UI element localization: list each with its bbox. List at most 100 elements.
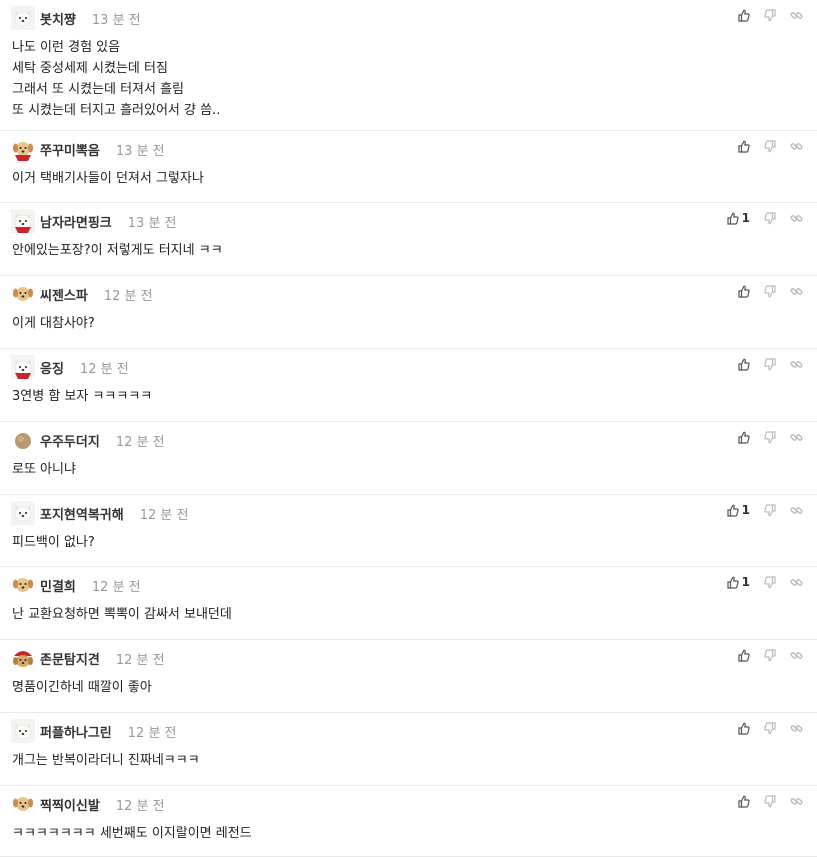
avatar[interactable]: [11, 428, 35, 452]
copy-link-button[interactable]: [790, 285, 803, 298]
nickname[interactable]: 포지현역복귀해: [40, 504, 124, 523]
thumbs-down-icon: [764, 284, 776, 298]
comment-body: 명품이긴하네 때깔이 좋아: [12, 677, 152, 698]
comment-item: 존문탐지견 12 분 전명품이긴하네 때깔이 좋아: [0, 640, 817, 713]
comment-header: 존문탐지견 12 분 전: [11, 646, 165, 670]
comment-text-line: 세탁 중성세제 시켰는데 터짐: [12, 61, 168, 76]
thumbs-up-icon: [738, 649, 750, 662]
copy-link-button[interactable]: [790, 504, 803, 517]
comment-text-line: 3연병 함 보자 ㅋㅋㅋㅋㅋ: [12, 389, 153, 404]
timestamp: 12 분 전: [115, 798, 165, 814]
like-button[interactable]: [738, 285, 750, 298]
nickname[interactable]: 존문탐지견: [40, 649, 100, 668]
comment-header: 쭈꾸미뽁음 13 분 전: [11, 137, 165, 161]
link-icon: [790, 576, 803, 589]
like-button[interactable]: [738, 722, 750, 735]
copy-link-button[interactable]: [790, 576, 803, 589]
comment-body: 안에있는포장?이 저렇게도 터지네 ㅋㅋ: [12, 240, 223, 261]
comment-body: 이거 택배기사들이 던져서 그렇자나: [12, 168, 204, 189]
thumbs-up-icon: [727, 212, 739, 225]
comment-actions: [724, 794, 803, 808]
comment-header: 봇치쨩 13 분 전: [11, 6, 141, 30]
avatar[interactable]: [11, 792, 35, 816]
avatar[interactable]: [11, 355, 35, 379]
avatar[interactable]: [11, 137, 35, 161]
comment-actions: 1: [713, 575, 803, 589]
comment-body: 난 교환요청하면 뽁뽁이 감싸서 보내던데: [12, 604, 232, 625]
avatar[interactable]: [11, 209, 35, 233]
link-icon: [790, 722, 803, 735]
comment-text-line: 안에있는포장?이 저렇게도 터지네 ㅋㅋ: [12, 243, 223, 258]
avatar[interactable]: [11, 573, 35, 597]
comment-item: 응징 12 분 전 3연병 함 보자 ㅋㅋㅋㅋㅋ: [0, 349, 817, 422]
comment-item: 씨젠스파 12 분 전 이게 대참사야?: [0, 276, 817, 349]
like-count: 1: [741, 211, 750, 225]
comment-item: 우주두더지 12 분 전 로또 아니냐: [0, 422, 817, 495]
timestamp: 12 분 전: [115, 652, 165, 668]
dislike-button[interactable]: [764, 794, 776, 808]
copy-link-button[interactable]: [790, 431, 803, 444]
like-button[interactable]: 1: [727, 503, 750, 517]
comment-text-line: ㅋㅋㅋㅋㅋㅋㅋ 세번째도 이지랄이면 레전드: [12, 826, 252, 841]
nickname[interactable]: 남자라면핑크: [40, 212, 112, 231]
nickname[interactable]: 봇치쨩: [40, 9, 76, 28]
comment-text-line: 로또 아니냐: [12, 462, 76, 477]
copy-link-button[interactable]: [790, 722, 803, 735]
link-icon: [790, 212, 803, 225]
dislike-button[interactable]: [764, 503, 776, 517]
nickname[interactable]: 쭈꾸미뽁음: [40, 140, 100, 159]
like-button[interactable]: [738, 358, 750, 371]
dislike-button[interactable]: [764, 8, 776, 22]
like-button[interactable]: [738, 795, 750, 808]
copy-link-button[interactable]: [790, 140, 803, 153]
thumbs-up-icon: [738, 795, 750, 808]
avatar[interactable]: [11, 6, 35, 30]
dislike-button[interactable]: [764, 357, 776, 371]
link-icon: [790, 649, 803, 662]
comment-actions: [724, 284, 803, 298]
thumbs-down-icon: [764, 211, 776, 225]
nickname[interactable]: 씨젠스파: [40, 285, 88, 304]
like-button[interactable]: [738, 140, 750, 153]
copy-link-button[interactable]: [790, 649, 803, 662]
dislike-button[interactable]: [764, 139, 776, 153]
dislike-button[interactable]: [764, 211, 776, 225]
comment-actions: [724, 648, 803, 662]
nickname[interactable]: 응징: [40, 358, 64, 377]
nickname[interactable]: 우주두더지: [40, 431, 100, 450]
dislike-button[interactable]: [764, 284, 776, 298]
like-button[interactable]: [738, 9, 750, 22]
copy-link-button[interactable]: [790, 795, 803, 808]
avatar[interactable]: [11, 282, 35, 306]
dislike-button[interactable]: [764, 575, 776, 589]
dislike-button[interactable]: [764, 648, 776, 662]
comment-list: 봇치쨩 13 분 전 나도 이런 경험 있음 세탁 중성세제 시켰는데 터짐 그래서 또…: [0, 0, 817, 857]
dislike-button[interactable]: [764, 430, 776, 444]
timestamp: 13 분 전: [127, 215, 177, 231]
thumbs-down-icon: [764, 139, 776, 153]
nickname[interactable]: 퍼플하나그린: [40, 722, 112, 741]
nickname[interactable]: 찍찍이신발: [40, 795, 100, 814]
copy-link-button[interactable]: [790, 9, 803, 22]
comment-body: 개그는 반복이라더니 진짜네ㅋㅋㅋ: [12, 750, 200, 771]
nickname[interactable]: 민결희: [40, 576, 76, 595]
timestamp: 12 분 전: [79, 361, 129, 377]
comment-actions: 1: [713, 503, 803, 517]
like-button[interactable]: [738, 431, 750, 444]
copy-link-button[interactable]: [790, 212, 803, 225]
avatar[interactable]: [11, 501, 35, 525]
like-button[interactable]: [738, 649, 750, 662]
timestamp: 12 분 전: [103, 288, 153, 304]
copy-link-button[interactable]: [790, 358, 803, 371]
timestamp: 12 분 전: [91, 579, 141, 595]
link-icon: [790, 9, 803, 22]
dislike-button[interactable]: [764, 721, 776, 735]
avatar[interactable]: [11, 646, 35, 670]
like-button[interactable]: 1: [727, 211, 750, 225]
comment-item: 남자라면핑크 13 분 전안에있는포장?이 저렇게도 터지네 ㅋㅋ 1: [0, 203, 817, 276]
avatar[interactable]: [11, 719, 35, 743]
like-button[interactable]: 1: [727, 575, 750, 589]
comment-text-line: 또 시켰는데 터지고 흘러있어서 걍 씀..: [12, 103, 221, 118]
thumbs-up-icon: [727, 504, 739, 517]
comment-header: 응징 12 분 전: [11, 355, 129, 379]
